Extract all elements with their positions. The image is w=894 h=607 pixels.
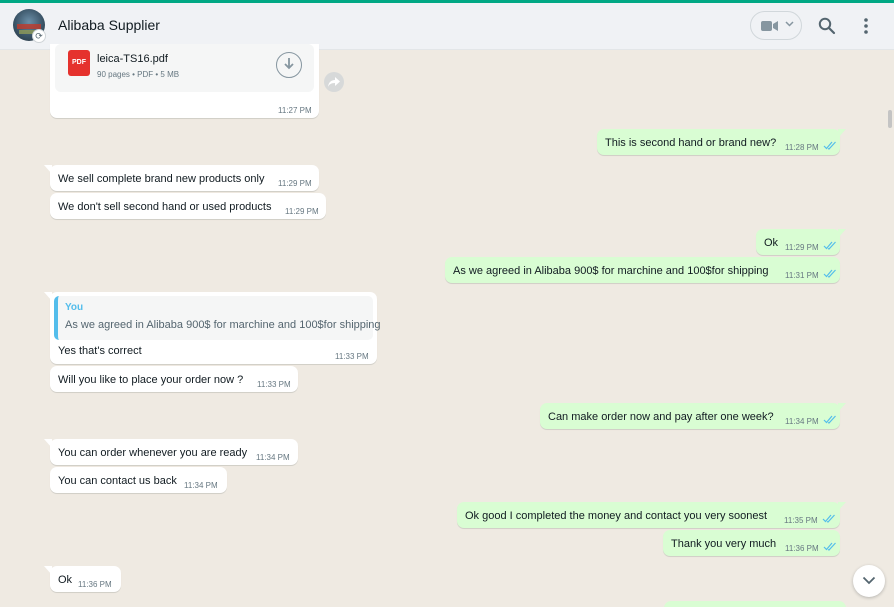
message-text: As we agreed in Alibaba 900$ for marchin… [453,265,769,277]
incoming-reply-message[interactable]: You As we agreed in Alibaba 900$ for mar… [44,292,381,364]
menu-button[interactable] [860,16,872,36]
forward-icon [328,77,340,87]
read-receipt-icon [823,141,836,150]
forward-button[interactable] [324,72,344,92]
message-time: 11:36 PM [785,544,819,553]
quote-author: You [65,302,84,313]
menu-icon [864,18,868,34]
message-text: Yes that's correct [58,345,142,357]
read-receipt-icon [823,415,836,424]
message-text: Ok [58,574,73,586]
outgoing-message[interactable]: Thank you very much 11:36 PM [663,530,840,556]
outgoing-message[interactable]: Ok good I completed the money and contac… [457,502,846,528]
message-time: 11:34 PM [184,481,218,490]
incoming-message[interactable]: Ok 11:36 PM [44,566,121,592]
bubble-tail [44,566,52,575]
message-time: 11:35 PM [784,516,818,525]
read-receipt-icon [823,241,836,250]
download-icon [284,58,294,70]
outgoing-message[interactable]: As we agreed in Alibaba 900$ for marchin… [445,257,840,283]
read-receipt-icon [823,542,836,551]
bubble-tail [838,229,846,238]
message-time: 11:29 PM [285,207,319,216]
quote-text: As we agreed in Alibaba 900$ for marchin… [65,319,381,331]
bubble-tail [838,502,846,511]
chevron-down-icon [862,576,876,585]
message-text: We don't sell second hand or used produc… [58,201,272,213]
message-text: Ok good I completed the money and contac… [465,510,768,522]
quoted-message[interactable]: You As we agreed in Alibaba 900$ for mar… [54,296,381,340]
message-text: Thank you very much [671,538,777,550]
read-receipt-icon [822,514,835,523]
message-time: 11:33 PM [257,380,291,389]
bubble-tail [838,403,846,412]
document-name: leica-TS16.pdf [97,53,168,65]
message-text: We sell complete brand new products only [58,173,265,185]
document-card[interactable]: PDF leica-TS16.pdf 90 pages • PDF • 5 MB [55,44,314,92]
pdf-file-icon: PDF [68,50,90,76]
message-time: 11:29 PM [278,179,312,188]
chevron-down-icon [785,21,794,27]
outgoing-message[interactable]: Can make order now and pay after one wee… [540,403,846,429]
document-meta: 90 pages • PDF • 5 MB [97,70,180,79]
video-call-button[interactable] [750,11,802,40]
video-call-icon [761,21,778,31]
status-icon: ⟳ [32,29,46,43]
contact-name[interactable]: Alibaba Supplier [58,17,160,33]
search-icon [818,17,836,35]
message-text: You can order whenever you are ready [58,447,248,459]
document-message[interactable]: PDF leica-TS16.pdf 90 pages • PDF • 5 MB… [50,44,319,118]
message-time: 11:31 PM [785,271,819,280]
outgoing-message-partial [664,601,846,607]
message-text: This is second hand or brand new? [605,137,777,149]
outgoing-message[interactable]: Ok 11:29 PM [756,229,846,255]
incoming-message[interactable]: You can order whenever you are ready 11:… [44,439,298,465]
search-button[interactable] [818,17,836,35]
message-text: You can contact us back [58,475,177,487]
bubble-tail [838,129,846,138]
message-time: 11:27 PM [278,106,312,115]
download-button[interactable] [276,52,302,78]
message-list[interactable]: PDF leica-TS16.pdf 90 pages • PDF • 5 MB… [0,44,894,607]
scrollbar[interactable] [888,110,892,128]
read-receipt-icon [823,269,836,278]
incoming-message[interactable]: You can contact us back 11:34 PM [50,467,227,493]
outgoing-message[interactable]: This is second hand or brand new? 11:28 … [597,129,846,155]
scroll-to-bottom-button[interactable] [853,565,885,597]
incoming-message[interactable]: We sell complete brand new products only… [44,165,319,191]
incoming-message[interactable]: Will you like to place your order now ? … [50,366,298,392]
bubble-tail [44,439,52,448]
bubble-tail [44,165,52,174]
message-time: 11:34 PM [256,453,290,462]
message-text: Ok [764,237,779,249]
incoming-message[interactable]: We don't sell second hand or used produc… [50,193,326,219]
message-text: Can make order now and pay after one wee… [548,411,774,423]
chat-header: ⟳ Alibaba Supplier [0,3,894,50]
message-time: 11:29 PM [785,243,819,252]
message-text: Will you like to place your order now ? [58,374,244,386]
bubble-tail [44,292,52,301]
message-time: 11:28 PM [785,143,819,152]
message-time: 11:34 PM [785,417,819,426]
message-time: 11:36 PM [78,580,112,589]
message-time: 11:33 PM [335,352,369,361]
